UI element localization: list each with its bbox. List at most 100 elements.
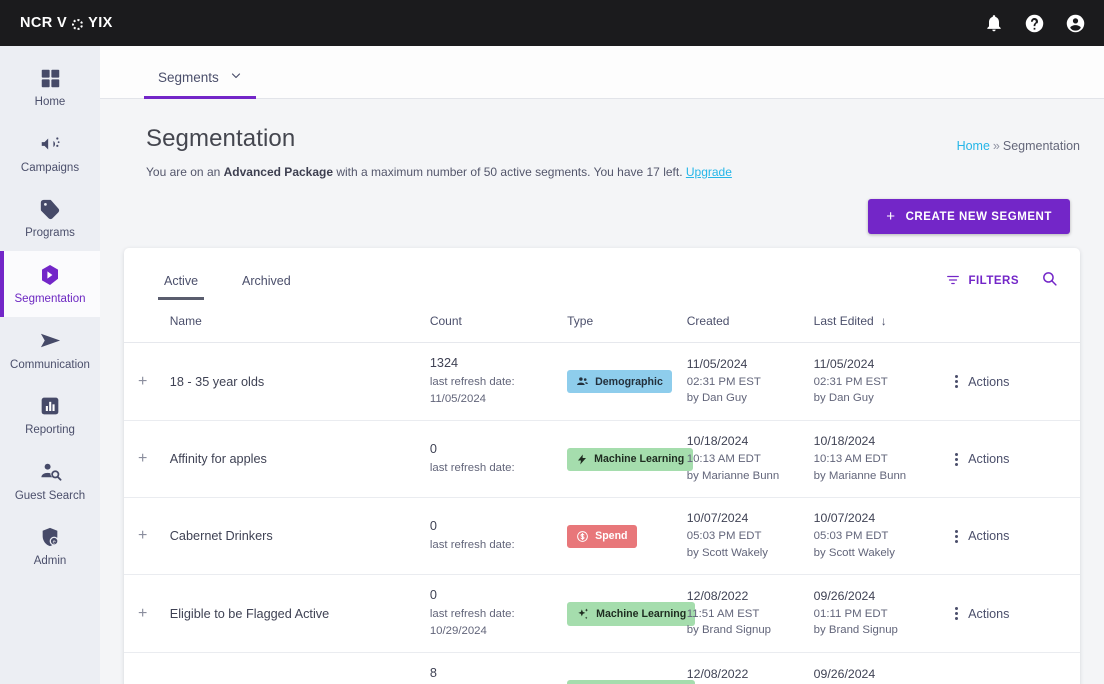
- row-actions-button[interactable]: Actions: [955, 421, 1080, 498]
- breadcrumb-current: Segmentation: [1002, 139, 1080, 153]
- sidebar-item-communication[interactable]: Communication: [0, 317, 100, 383]
- expand-row-button[interactable]: +: [124, 653, 170, 684]
- edited-date: 10/18/2024: [813, 434, 876, 449]
- edited-by: by Marianne Bunn: [813, 469, 907, 482]
- edited-time: 01:11 PM EDT: [813, 607, 888, 620]
- tab-segments[interactable]: Segments: [144, 70, 256, 99]
- type-badge: Machine Learning: [567, 601, 696, 626]
- grid-icon: [4, 65, 96, 91]
- segment-name[interactable]: Eligible to be Flagged Active: [170, 575, 430, 653]
- segment-name[interactable]: Affinity for apples: [170, 421, 430, 498]
- sidebar-item-home[interactable]: Home: [0, 54, 100, 120]
- breadcrumb-home-link[interactable]: Home: [957, 139, 990, 153]
- header-last-edited-label: Last Edited: [813, 314, 874, 328]
- created-date: 11/05/2024: [686, 356, 748, 371]
- expand-row-button[interactable]: +: [124, 421, 170, 498]
- bell-icon[interactable]: [984, 13, 1004, 33]
- table-row: + Eligible to be Flagged Active 0 last refr…: [124, 575, 1080, 653]
- page-actions-row: + CREATE NEW SEGMENT: [124, 179, 1080, 234]
- sidebar-item-communication-label: Communication: [10, 358, 90, 371]
- sidebar-item-programs[interactable]: Programs: [0, 185, 100, 251]
- kebab-menu-icon[interactable]: [955, 529, 959, 543]
- edited-date: 10/07/2024: [813, 511, 876, 526]
- create-new-segment-button[interactable]: + CREATE NEW SEGMENT: [868, 199, 1070, 234]
- type-badge: Demographic: [567, 370, 672, 394]
- edited-by: by Brand Signup: [813, 624, 898, 637]
- header-name[interactable]: Name: [169, 304, 430, 343]
- row-actions-button[interactable]: Actions: [955, 343, 1080, 421]
- header-type[interactable]: Type: [567, 304, 687, 343]
- sidebar-item-reporting-label: Reporting: [25, 424, 75, 437]
- sidebar-item-reporting[interactable]: Reporting: [0, 382, 100, 448]
- kebab-menu-icon[interactable]: [955, 375, 959, 389]
- page-scroll-area[interactable]: Segmentation Home» Segmentation You are o…: [100, 99, 1104, 684]
- kebab-menu-icon[interactable]: [955, 607, 959, 621]
- header-actions: [955, 304, 1080, 343]
- row-actions-button[interactable]: Actions: [955, 498, 1080, 575]
- type-badge-label: Machine Learning: [594, 453, 685, 466]
- row-actions-button[interactable]: Actions: [955, 575, 1080, 653]
- expand-row-button[interactable]: +: [124, 343, 170, 421]
- page-header: Segmentation Home» Segmentation: [124, 99, 1080, 153]
- filters-label: FILTERS: [968, 275, 1019, 287]
- card-tools: FILTERS: [946, 270, 1058, 298]
- chevron-down-icon[interactable]: [230, 70, 242, 85]
- filters-button[interactable]: FILTERS: [946, 273, 1019, 290]
- account-circle-icon[interactable]: [1065, 13, 1086, 34]
- tab-archived-label: Archived: [242, 274, 291, 288]
- row-actions-button[interactable]: Actions: [955, 653, 1080, 684]
- created-time: 11:51 AM EST: [686, 607, 760, 620]
- main-content: Segments Segmentation Home»Segmentation: [100, 46, 1104, 684]
- send-icon: [4, 328, 96, 354]
- filter-icon: [946, 273, 960, 290]
- segment-count: 1324: [429, 356, 459, 370]
- created-by: by Brand Signup: [686, 624, 771, 637]
- tab-active-label: Active: [164, 274, 199, 288]
- header-last-edited[interactable]: Last Edited ↓: [813, 304, 956, 343]
- upgrade-link[interactable]: Upgrade: [686, 165, 732, 179]
- package-note-package: Advanced Package: [223, 165, 334, 179]
- header-created[interactable]: Created: [686, 304, 814, 343]
- kebab-menu-icon[interactable]: [955, 452, 959, 466]
- sidebar-item-guest-search[interactable]: Guest Search: [0, 448, 100, 514]
- package-note: You are on an Advanced Package with a ma…: [124, 153, 1080, 179]
- segments-table-body: +18 - 35 year olds 1324 last refresh date:…: [124, 343, 1080, 684]
- created-by: by Marianne Bunn: [686, 469, 780, 482]
- segment-count-cell: 0 last refresh date:: [430, 421, 567, 498]
- created-date: 10/18/2024: [686, 434, 749, 449]
- package-note-text-1: You are on an: [146, 165, 224, 179]
- tab-archived[interactable]: Archived: [224, 268, 309, 300]
- count-refresh-date: 11/05/2024: [429, 392, 486, 405]
- segment-type-cell: Machine Learning: [567, 653, 696, 684]
- sidebar-item-campaigns[interactable]: Campaigns: [0, 120, 100, 186]
- dollar-circle-icon: [576, 530, 589, 543]
- segments-table: Name Count Type Created Last Edited ↓ +18…: [124, 304, 1080, 684]
- sidebar-item-segmentation[interactable]: Segmentation: [0, 250, 100, 317]
- expand-row-button[interactable]: +: [124, 498, 170, 575]
- segment-created-cell: 11/05/2024 02:31 PM EST by Dan Guy: [687, 343, 814, 421]
- sidebar-item-admin[interactable]: e Admin: [0, 513, 100, 579]
- segments-table-head: Name Count Type Created Last Edited ↓: [124, 304, 1080, 343]
- count-refresh-label: last refresh date:: [429, 538, 515, 551]
- segment-name[interactable]: Eligible to be Flagged At Risk: [170, 653, 430, 684]
- type-badge-label: Demographic: [595, 375, 663, 388]
- segment-name[interactable]: Cabernet Drinkers: [170, 498, 430, 575]
- brand-logo[interactable]: NCR V YIX: [20, 15, 113, 31]
- person-search-icon: [4, 459, 96, 485]
- search-icon[interactable]: [1041, 270, 1058, 292]
- create-new-segment-label: CREATE NEW SEGMENT: [905, 210, 1052, 223]
- segment-edited-cell: 10/18/2024 10:13 AM EDT by Marianne Bunn: [814, 421, 955, 498]
- sidebar-item-programs-label: Programs: [25, 227, 75, 240]
- segment-count-cell: 8last refresh date:10/29/2024: [430, 653, 567, 684]
- header-count[interactable]: Count: [429, 304, 568, 343]
- tab-active[interactable]: Active: [146, 268, 216, 300]
- segment-created-cell: 10/18/2024 10:13 AM EDT by Marianne Bunn: [687, 421, 814, 498]
- count-refresh-label: last refresh date:: [429, 608, 515, 621]
- expand-row-button[interactable]: +: [124, 575, 170, 653]
- help-circle-icon[interactable]: [1024, 13, 1045, 34]
- edited-by: by Dan Guy: [813, 392, 874, 405]
- type-badge: Machine Learning: [567, 679, 696, 684]
- sort-descending-icon: ↓: [880, 314, 887, 328]
- segment-hex-icon: [4, 262, 96, 288]
- segment-name[interactable]: 18 - 35 year olds: [170, 343, 430, 421]
